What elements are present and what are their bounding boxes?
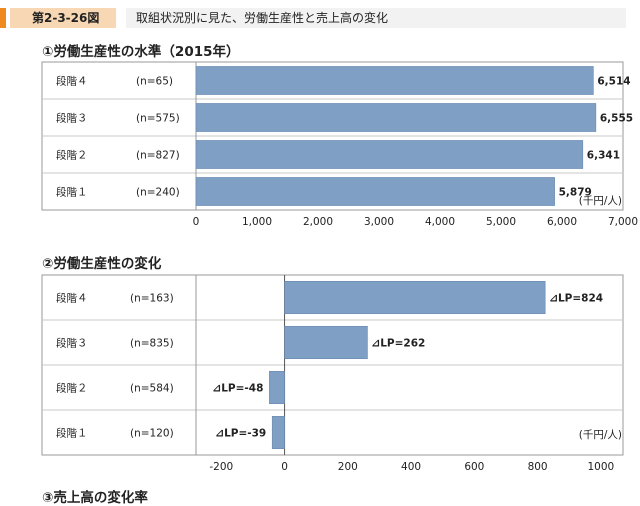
sample-size-label: (n=575) — [136, 113, 180, 125]
data-label: 6,514 — [597, 76, 630, 88]
bar — [195, 103, 597, 132]
section-title-productivity-level: ①労働生産性の水準（2015年） — [42, 44, 240, 60]
data-label: ⊿LP=262 — [371, 338, 425, 350]
chart-productivity-change: 段階４ (n=163) ⊿LP=824 段階３ (n=835) ⊿LP=262 段階２ (n=… — [41, 274, 624, 473]
x-tick-label: 4,000 — [425, 216, 455, 228]
chart-productivity-level: 段階４ (n=65) 6,514 段階３ (n=575) 6,555 段階２ (n=827) 6… — [41, 61, 638, 228]
x-tick-label: -200 — [209, 461, 233, 473]
section-title-productivity-change: ②労働生産性の変化 — [42, 256, 162, 272]
category-label: 段階１ — [56, 186, 88, 199]
figure-title: 取組状況別に見た、労働生産性と売上高の変化 — [126, 8, 626, 28]
bar — [284, 281, 546, 315]
category-label: 段階４ — [56, 292, 88, 305]
x-tick-label: 6,000 — [547, 216, 577, 228]
unit-label: (千円/人) — [579, 429, 622, 441]
x-tick-label: 200 — [338, 461, 358, 473]
figure-number: 第2-3-26図 — [10, 8, 116, 28]
sample-size-label: (n=240) — [136, 187, 180, 199]
sample-size-label: (n=584) — [130, 383, 174, 395]
unit-label: (千円/人) — [579, 195, 622, 207]
data-label: 6,555 — [600, 113, 633, 125]
x-tick-label: 400 — [401, 461, 421, 473]
figure-header: 第2-3-26図 取組状況別に見た、労働生産性と売上高の変化 — [0, 0, 640, 30]
category-label: 段階２ — [56, 382, 88, 395]
x-tick-label: 2,000 — [303, 216, 333, 228]
bar — [269, 371, 285, 405]
category-label: 段階３ — [56, 112, 88, 125]
bar — [195, 140, 584, 169]
x-tick-label: 1,000 — [242, 216, 272, 228]
bar — [284, 325, 368, 360]
x-tick-label: 5,000 — [486, 216, 516, 228]
data-label: ⊿LP=824 — [549, 293, 603, 305]
sample-size-label: (n=835) — [130, 338, 174, 350]
x-tick-label: 1000 — [587, 461, 614, 473]
category-label: 段階１ — [56, 427, 88, 440]
sample-size-label: (n=120) — [130, 428, 174, 440]
sample-size-label: (n=65) — [136, 76, 173, 88]
data-label: ⊿LP=-48 — [212, 383, 263, 395]
x-tick-label: 600 — [464, 461, 484, 473]
figure-accent-bar — [0, 8, 6, 28]
category-label: 段階４ — [56, 75, 88, 88]
data-label: ⊿LP=-39 — [215, 428, 266, 440]
data-label: 6,341 — [587, 150, 620, 162]
x-tick-label: 0 — [281, 461, 288, 473]
x-tick-label: 3,000 — [364, 216, 394, 228]
section-title-sales-change: ③売上高の変化率 — [42, 490, 148, 506]
x-tick-label: 0 — [193, 216, 200, 228]
category-label: 段階２ — [56, 149, 88, 162]
category-label: 段階３ — [56, 337, 88, 350]
bar — [271, 416, 285, 450]
x-tick-label: 7,000 — [608, 216, 638, 228]
bar — [195, 177, 555, 206]
x-tick-label: 800 — [528, 461, 548, 473]
sample-size-label: (n=827) — [136, 150, 180, 162]
bar — [195, 66, 594, 95]
sample-size-label: (n=163) — [130, 293, 174, 305]
